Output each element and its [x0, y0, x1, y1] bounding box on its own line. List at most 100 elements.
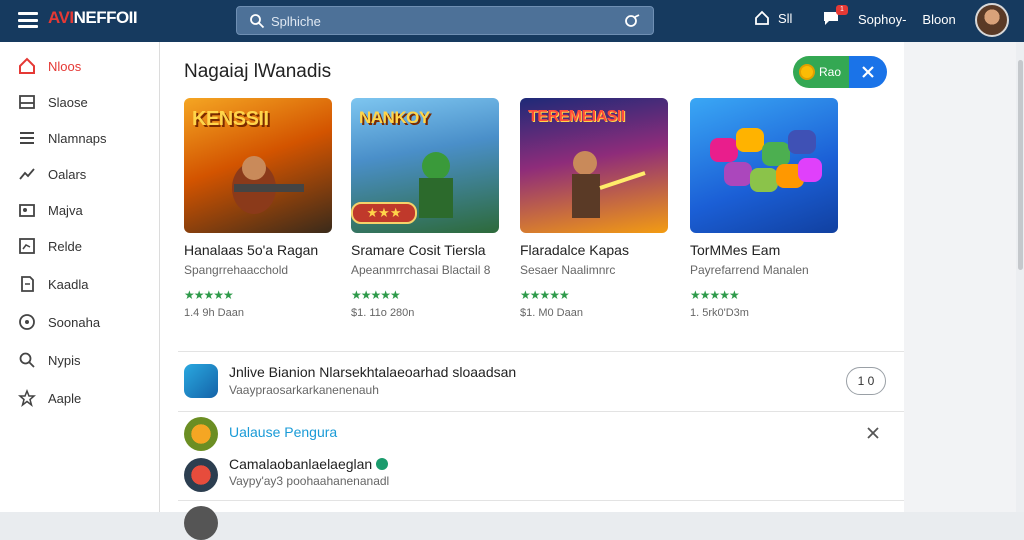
list-item-subtitle: Vaaypraosarkarkanenenauh: [229, 383, 379, 397]
list-icon: [20, 132, 34, 144]
channel-avatar[interactable]: [184, 417, 218, 451]
rating-stars: ★★★★★: [351, 288, 401, 302]
divider: [178, 351, 904, 352]
channel-link[interactable]: Ualause Pengura: [229, 424, 337, 440]
scrollbar-thumb[interactable]: [1018, 60, 1023, 270]
tray-icon: [19, 95, 35, 109]
game-card[interactable]: TEREMEIASII Flaradalce Kapas Sesaer Naal…: [520, 98, 670, 319]
sidebar-item-2[interactable]: Slaose: [0, 84, 160, 120]
thumbnail-title-art: NANKOY: [359, 108, 430, 127]
sidebar-item-7[interactable]: Kaadla: [0, 266, 160, 302]
close-icon: [862, 66, 874, 78]
sidebar-item-label: Kaadla: [48, 276, 89, 292]
search-icon: [19, 352, 35, 368]
game-meta: 1. 5rk0'D3m: [690, 307, 749, 319]
count-button[interactable]: 1 0: [846, 367, 886, 395]
sidebar-item-label: Majva: [48, 202, 83, 218]
user-last-name: Bloon: [922, 11, 956, 27]
upload-button[interactable]: Sll: [754, 10, 792, 26]
logo-part-a: AVI: [48, 8, 74, 27]
list-item-title-text: Camalaobanlaelaeglan: [229, 456, 373, 472]
upload-label: Sll: [778, 10, 793, 26]
game-thumbnail[interactable]: NANKOY ★★★: [351, 98, 499, 233]
info-circle-icon: [19, 314, 35, 330]
home-icon: [19, 57, 35, 74]
user-avatar[interactable]: [975, 3, 1009, 37]
game-card[interactable]: NANKOY ★★★ Sramare Cosit Tiersla Apeanmr…: [351, 98, 501, 319]
search-bar[interactable]: [236, 6, 654, 35]
game-thumbnail[interactable]: KENSSII: [184, 98, 332, 233]
rating-stars: ★★★★★: [184, 288, 234, 302]
game-developer: Spangrrehaacchold: [184, 263, 289, 277]
sidebar-item-label: Aaple: [48, 390, 82, 406]
list-item-subtitle: Vaypy'ay3 poohaahanenanadl: [229, 474, 390, 488]
game-developer: Sesaer Naalimnrc: [520, 263, 616, 277]
top-bar: AVINEFFOII Sll 1 Sophoy- Bloon: [0, 0, 1024, 42]
coins-label: Rao: [819, 65, 842, 79]
game-card[interactable]: TorMMes Eam Payrefarrend Manalen ★★★★★ 1…: [690, 98, 840, 319]
rating-stars: ★★★★★: [690, 288, 740, 302]
coins-button[interactable]: Rao: [793, 56, 849, 88]
section-title: Nagaiaj lWanadis: [184, 61, 332, 82]
sidebar-item-label: Soonaha: [48, 314, 101, 330]
soldier-artwork: [232, 156, 304, 214]
right-panel: [904, 42, 1024, 512]
chart-box-icon: [19, 238, 35, 254]
verified-badge-icon: [376, 458, 389, 470]
user-first-name: Sophoy-: [858, 11, 907, 27]
game-thumbnail[interactable]: [690, 98, 838, 233]
puzzle-blocks-artwork: [710, 128, 822, 192]
search-input[interactable]: [271, 10, 601, 32]
gallery-icon: [19, 204, 35, 217]
channel-avatar[interactable]: [184, 506, 218, 540]
game-developer: Payrefarrend Manalen: [690, 263, 809, 277]
game-meta: 1.4 9h Daan: [184, 307, 244, 319]
trend-icon: [19, 168, 35, 180]
notifications-button[interactable]: 1 Sophoy- Bloon: [822, 5, 956, 28]
hamburger-menu-icon[interactable]: [18, 12, 38, 28]
game-title[interactable]: Sramare Cosit Tiersla: [351, 242, 486, 258]
close-pill-button[interactable]: [849, 56, 887, 88]
game-title[interactable]: TorMMes Eam: [690, 242, 780, 258]
sidebar-item-4[interactable]: Oalars: [0, 156, 160, 192]
thumbnail-title-art: KENSSII: [192, 108, 269, 130]
close-icon[interactable]: [866, 426, 880, 440]
divider: [178, 411, 904, 412]
house-outline-icon: [755, 10, 769, 25]
game-thumbnail[interactable]: TEREMEIASII: [520, 98, 668, 233]
app-icon[interactable]: [184, 364, 218, 398]
sidebar-item-3[interactable]: Nlamnaps: [0, 120, 160, 156]
sidebar-item-label: Oalars: [48, 166, 87, 182]
sidebar-item-label: Relde: [48, 238, 82, 254]
sidebar-item-label: Nlamnaps: [48, 130, 107, 146]
game-developer: Apeanmrrchasai Blactail 8: [351, 263, 491, 277]
list-item-title[interactable]: Camalaobanlaelaeglan: [229, 456, 389, 472]
sidebar: Nloos Slaose Nlamnaps Oalars Majva Relde…: [0, 42, 160, 512]
sidebar-item-5[interactable]: Majva: [0, 192, 160, 228]
action-pill: Rao: [793, 56, 887, 88]
coin-icon: [799, 64, 815, 80]
sidebar-item-10[interactable]: Aaple: [0, 380, 160, 416]
game-title[interactable]: Hanalaas 5o'a Ragan: [184, 242, 318, 258]
list-item-title[interactable]: Jnlive Bianion Nlarsekhtalaeoarhad sloaa…: [229, 364, 516, 380]
voice-search-icon[interactable]: [623, 13, 641, 29]
game-meta: $1. 11o 280n: [351, 307, 415, 319]
sidebar-item-label: Nypis: [48, 352, 81, 368]
sidebar-item-label: Slaose: [48, 94, 88, 110]
sidebar-item-6[interactable]: Relde: [0, 228, 160, 264]
logo-part-b: NEFFOII: [73, 8, 138, 27]
fighter-artwork: [572, 151, 646, 218]
search-icon: [250, 14, 265, 29]
game-title[interactable]: Flaradalce Kapas: [520, 242, 629, 258]
thumbnail-title-art: TEREMEIASII: [528, 108, 625, 125]
channel-avatar[interactable]: [184, 458, 218, 492]
document-icon: [21, 276, 34, 292]
sidebar-item-8[interactable]: Soonaha: [0, 304, 160, 340]
app-logo[interactable]: AVINEFFOII: [48, 8, 138, 28]
sidebar-item-9[interactable]: Nypis: [0, 342, 160, 378]
notification-badge: 1: [836, 5, 848, 15]
sidebar-item-home[interactable]: Nloos: [0, 48, 160, 84]
game-meta: $1. M0 Daan: [520, 307, 583, 319]
star-outline-icon: [18, 389, 36, 407]
game-card[interactable]: KENSSII Hanalaas 5o'a Ragan Spangrrehaac…: [184, 98, 334, 319]
